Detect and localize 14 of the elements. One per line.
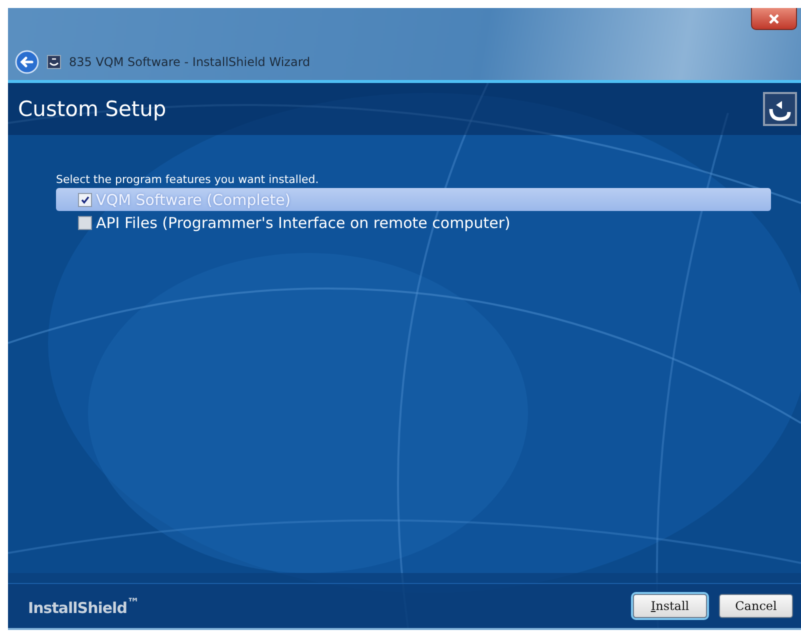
brand-text: InstallShield$^{™}$ (28, 595, 139, 617)
window-title: 835 VQM Software - InstallShield Wizard (69, 55, 310, 69)
close-icon (768, 12, 780, 24)
back-icon[interactable] (15, 50, 39, 74)
page-title: Custom Setup (18, 97, 166, 121)
close-button[interactable] (751, 8, 797, 30)
installer-icon (763, 92, 797, 126)
checkbox[interactable] (78, 192, 92, 206)
install-button[interactable]: Install (633, 594, 707, 618)
checkbox[interactable] (78, 216, 92, 230)
feature-item[interactable]: API Files (Programmer's Interface on remote computer) (56, 211, 771, 234)
instruction-text: Select the program features you want installed. (56, 173, 320, 186)
cancel-button[interactable]: Cancel (719, 594, 793, 618)
app-icon (47, 55, 61, 69)
